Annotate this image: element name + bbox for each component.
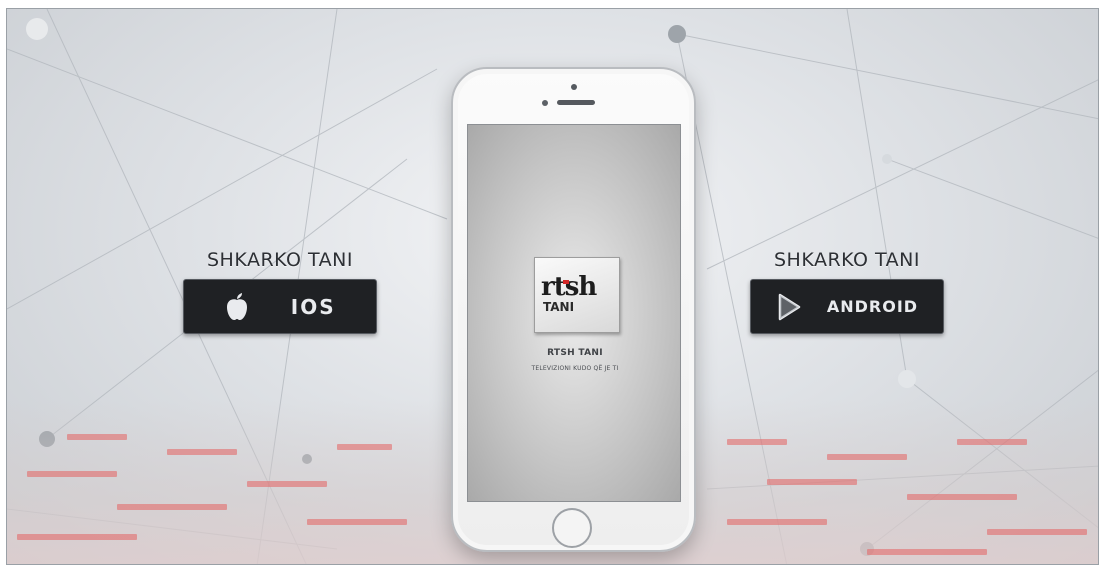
- ios-button-label: IOS: [290, 294, 336, 319]
- logo-red-accent: [563, 280, 569, 284]
- app-title: RTSH TANI: [547, 348, 603, 358]
- ios-download-heading: SHKARKO TANI: [206, 249, 354, 271]
- android-download-heading: SHKARKO TANI: [773, 249, 921, 271]
- promo-banner: SHKARKO TANI IOS SHKARKO TANI ANDROID rt…: [6, 8, 1099, 565]
- smartphone-mockup: rtsh TANI RTSH TANI TELEVIZIONI KUDO QË …: [451, 67, 696, 552]
- ios-download-button[interactable]: IOS: [183, 279, 377, 334]
- android-button-label: ANDROID: [826, 297, 919, 316]
- rtsh-tani-logo[interactable]: rtsh TANI: [534, 257, 620, 333]
- ios-download-block: SHKARKO TANI IOS: [180, 249, 380, 334]
- app-tagline: TELEVIZIONI KUDO QË JE TI: [531, 365, 619, 372]
- android-download-block: SHKARKO TANI ANDROID: [747, 249, 947, 334]
- logo-brand-text: rtsh: [541, 272, 597, 302]
- front-camera: [571, 84, 577, 90]
- earpiece-speaker: [557, 100, 595, 105]
- home-button[interactable]: [552, 508, 592, 548]
- proximity-sensor: [542, 100, 548, 106]
- play-store-icon: [778, 293, 801, 320]
- apple-logo-icon: [227, 292, 248, 320]
- android-download-button[interactable]: ANDROID: [750, 279, 944, 334]
- phone-screen: rtsh TANI RTSH TANI TELEVIZIONI KUDO QË …: [467, 124, 681, 502]
- logo-sub-text: TANI: [543, 300, 575, 314]
